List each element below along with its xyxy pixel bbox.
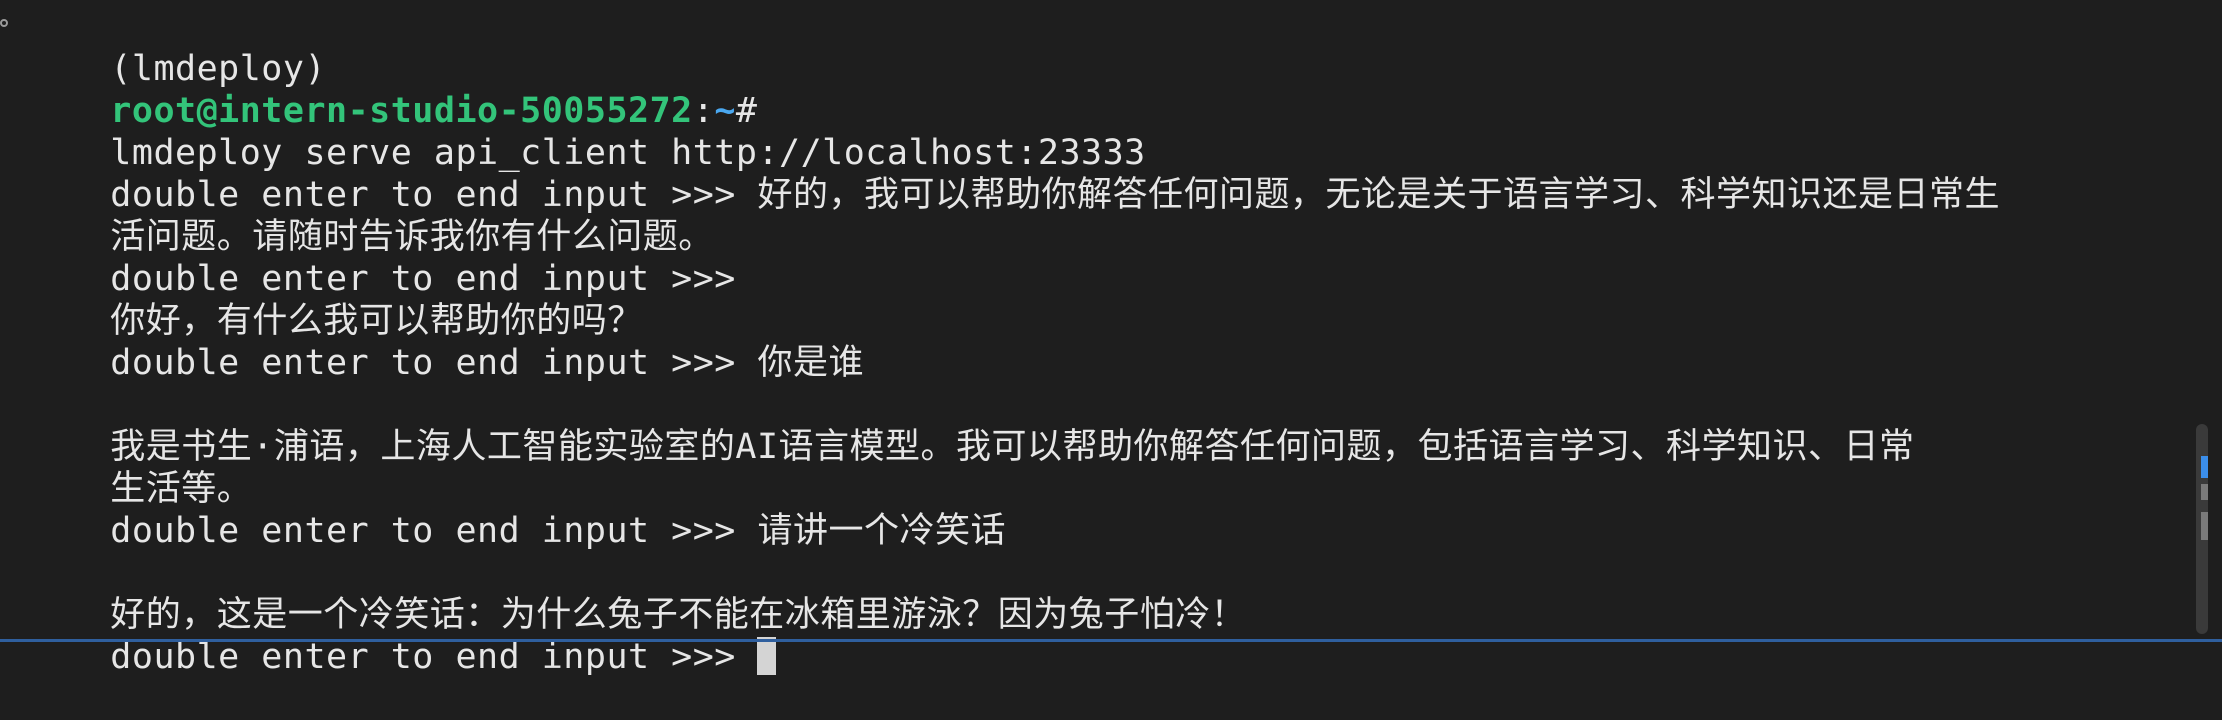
line-text: 你是谁 (735, 343, 864, 383)
line-text: 我是书生·浦语，上海人工智能实验室的AI语言模型。我可以帮助你解答任何问题，包括… (110, 427, 1915, 467)
output-line-9: double enter to end input >>> 请讲一个冷笑话 (24, 468, 1006, 551)
output-line-8: 生活等。 (24, 426, 252, 509)
output-line-3: double enter to end input >>> (24, 216, 736, 299)
input-prompt: double enter to end input >>> (110, 511, 736, 551)
scroll-marker (2201, 512, 2208, 540)
command-line: (lmdeploy) root@intern-studio-50055272:~… (24, 6, 1146, 173)
vertical-scrollbar[interactable] (2196, 424, 2208, 634)
line-text: 请讲一个冷笑话 (735, 511, 1006, 551)
output-line-7: 我是书生·浦语，上海人工智能实验室的AI语言模型。我可以帮助你解答任何问题，包括… (24, 384, 1915, 467)
colon: : (692, 91, 715, 131)
input-prompt: double enter to end input >>> (110, 637, 736, 677)
scroll-marker (2201, 484, 2208, 500)
current-path: ~ (714, 91, 736, 131)
output-line-4: 你好，有什么我可以帮助你的吗？ (24, 258, 643, 341)
scroll-marker (2201, 456, 2208, 478)
output-line-2: 活问题。请随时告诉我你有什么问题。 (24, 174, 714, 257)
output-line-5: double enter to end input >>> 你是谁 (24, 300, 864, 383)
line-text: 好的，我可以帮助你解答任何问题，无论是关于语言学习、科学知识还是日常生 (735, 175, 2000, 215)
text-cursor (757, 637, 777, 675)
line-text (736, 637, 758, 677)
output-line-1: double enter to end input >>> 好的，我可以帮助你解… (24, 132, 2000, 215)
prompt-symbol: # (735, 91, 758, 131)
terminal-window[interactable]: (lmdeploy) root@intern-studio-50055272:~… (0, 0, 2222, 677)
prompt-status-icon (0, 19, 8, 27)
output-line-12: double enter to end input >>> (24, 594, 777, 677)
input-prompt: double enter to end input >>> (110, 343, 736, 383)
conda-env: (lmdeploy) (110, 49, 327, 89)
output-line-11: 好的，这是一个冷笑话：为什么兔子不能在冰箱里游泳？因为兔子怕冷！ (24, 552, 1246, 635)
user-host: root@intern-studio-50055272 (110, 91, 693, 131)
